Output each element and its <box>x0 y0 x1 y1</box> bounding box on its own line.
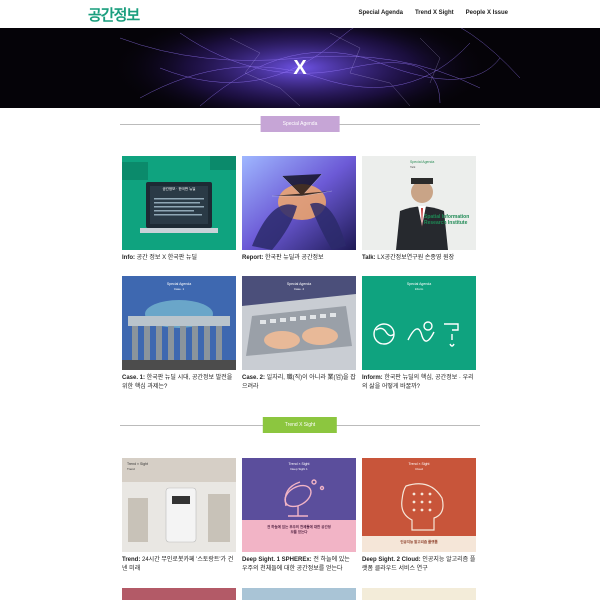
thumb-title: 공간정보 · 한국판 뉴딜 <box>162 187 196 191</box>
card-thumbnail[interactable] <box>242 156 356 250</box>
thumb-kicker: Trend × Sight <box>288 462 310 466</box>
section-header-trend-x-sight: Trend X Sight <box>120 417 480 433</box>
hero-title: X <box>293 56 307 79</box>
main-nav: Special Agenda Trend X Sight People X Is… <box>359 10 509 16</box>
card-caption[interactable]: Case. 1: 한국판 뉴딜 시대, 공간정보 발전을 위한 핵심 과제는? <box>122 374 236 392</box>
card-caption[interactable]: Deep Sight. 2 Cloud: 인공지능 알고리즘 플랫폼 클라우드 … <box>362 556 476 574</box>
card-thumbnail[interactable] <box>362 588 476 600</box>
site-logo[interactable]: 공간정보 <box>88 4 140 24</box>
thumb-sub: Inform <box>414 287 424 291</box>
special-agenda-grid: 공간정보 · 한국판 뉴딜 Info: 공간 정보 X 한국판 뉴딜 Repor… <box>122 156 476 406</box>
card-report[interactable]: Report: 한국판 뉴딜과 공간정보 <box>242 156 356 263</box>
card-thumbnail[interactable]: Trend × Sight Trend <box>122 458 236 552</box>
card-case-1[interactable]: Special Agenda Case. 1 Case. 1: 한국판 뉴딜 시… <box>122 276 236 392</box>
hero-banner: X <box>0 28 600 108</box>
thumb-tag: 전 하늘에 있는 우주의 천체들에 대한 공간정보를 얻는다 <box>267 525 331 534</box>
thumb-sub: Deep Sight 1 <box>290 467 308 471</box>
thumb-sub: Talk <box>410 165 416 169</box>
nav-trend-x-sight[interactable]: Trend X Sight <box>415 10 454 16</box>
card-caption[interactable]: Talk: LX공간정보연구원 손종영 원장 <box>362 254 476 263</box>
section-pill-trend-x-sight[interactable]: Trend X Sight <box>262 417 338 433</box>
thumb-kicker: Trend × Sight <box>127 462 148 466</box>
card-next-row-1[interactable] <box>122 588 236 600</box>
card-thumbnail[interactable]: Special Agenda Talk Spatial Information … <box>362 156 476 250</box>
thumb-sub: Trend <box>127 467 135 471</box>
card-thumbnail[interactable]: Special Agenda Case. 2 <box>242 276 356 370</box>
thumb-kicker: Special Agenda <box>286 282 312 286</box>
card-next-row-3[interactable] <box>362 588 476 600</box>
card-talk[interactable]: Special Agenda Talk Spatial Information … <box>362 156 476 263</box>
card-info[interactable]: 공간정보 · 한국판 뉴딜 Info: 공간 정보 X 한국판 뉴딜 <box>122 156 236 263</box>
trend-x-sight-grid: Trend × Sight Trend Trend: 24시간 무인로봇카페 '… <box>122 458 476 600</box>
thumb-kicker: Special Agenda <box>410 160 435 164</box>
card-trend[interactable]: Trend × Sight Trend Trend: 24시간 무인로봇카페 '… <box>122 458 236 574</box>
thumb-kicker: Special Agenda <box>406 282 432 286</box>
top-bar: 공간정보 Special Agenda Trend X Sight People… <box>0 0 600 28</box>
thumb-sub: Case. 2 <box>293 287 305 291</box>
thumb-sub: Case. 1 <box>173 287 185 291</box>
nav-people-x-issue[interactable]: People X Issue <box>466 10 508 16</box>
card-thumbnail[interactable]: Special Agenda Case. 1 <box>122 276 236 370</box>
thumb-tag: 인공지능 알고리즘 플랫폼 <box>400 540 438 544</box>
card-thumbnail[interactable] <box>242 588 356 600</box>
card-thumbnail[interactable] <box>122 588 236 600</box>
card-inform[interactable]: Special Agenda Inform Inform: 한국판 뉴딜의 핵심… <box>362 276 476 392</box>
section-pill-special-agenda[interactable]: Special Agenda <box>260 116 340 132</box>
card-caption[interactable]: Inform: 한국판 뉴딜의 핵심, 공간정보 · 우리의 삶을 어떻게 바꿀… <box>362 374 476 392</box>
card-thumbnail[interactable]: 공간정보 · 한국판 뉴딜 <box>122 156 236 250</box>
thumb-kicker: Special Agenda <box>166 282 192 286</box>
card-thumbnail[interactable]: Trend × Sight Deep Sight 1 전 하늘에 있는 우주의 … <box>242 458 356 552</box>
nav-special-agenda[interactable]: Special Agenda <box>359 10 403 16</box>
card-thumbnail[interactable]: Special Agenda Inform <box>362 276 476 370</box>
card-case-2[interactable]: Special Agenda Case. 2 Case. 2: 일자리, 職(직… <box>242 276 356 392</box>
card-caption[interactable]: Info: 공간 정보 X 한국판 뉴딜 <box>122 254 236 263</box>
card-caption[interactable]: Trend: 24시간 무인로봇카페 '스토랑트'가 건넨 미래 <box>122 556 236 574</box>
card-deep-sight-2[interactable]: Trend × Sight Cloud 인공지능 알고리즘 플랫폼 Deep S… <box>362 458 476 574</box>
card-caption[interactable]: Report: 한국판 뉴딜과 공간정보 <box>242 254 356 263</box>
card-next-row-2[interactable] <box>242 588 356 600</box>
thumb-sub: Cloud <box>415 467 423 471</box>
thumb-tag: Spatial Information Research Institute <box>424 214 470 226</box>
card-deep-sight-1[interactable]: Trend × Sight Deep Sight 1 전 하늘에 있는 우주의 … <box>242 458 356 574</box>
card-caption[interactable]: Deep Sight. 1 SPHEREx: 전 하늘에 있는 우주의 천체들에… <box>242 556 356 574</box>
thumb-kicker: Trend × Sight <box>408 462 430 466</box>
card-caption[interactable]: Case. 2: 일자리, 職(직)이 아니라 業(업)을 잡으려라 <box>242 374 356 392</box>
section-header-special-agenda: Special Agenda <box>120 116 480 132</box>
card-thumbnail[interactable]: Trend × Sight Cloud 인공지능 알고리즘 플랫폼 <box>362 458 476 552</box>
